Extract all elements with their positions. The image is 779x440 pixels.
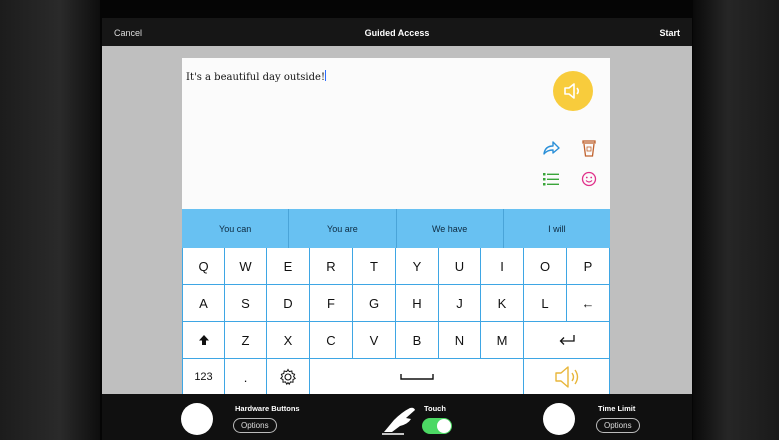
keyboard-row-2: A S D F G H J K L ← [182, 285, 610, 322]
key[interactable]: K [481, 285, 524, 322]
touch-toggle[interactable] [422, 418, 452, 434]
page-title: Guided Access [364, 28, 430, 38]
speaker-icon [554, 366, 578, 388]
key[interactable]: X [267, 322, 310, 359]
toggle-knob [437, 419, 451, 433]
key[interactable]: B [396, 322, 439, 359]
aac-app: It's a beautiful day outside! You can Yo… [182, 58, 610, 396]
time-limit-options-button[interactable]: Options [596, 418, 640, 433]
time-limit-label: Time Limit [598, 404, 636, 413]
keyboard-row-4: 123 . [182, 359, 610, 396]
key[interactable]: L [524, 285, 567, 322]
emoji-button[interactable] [579, 169, 599, 189]
time-limit-toggle[interactable] [543, 403, 575, 435]
key[interactable]: J [439, 285, 481, 322]
text-cursor [324, 70, 326, 82]
guided-access-topbar: Cancel Guided Access Start [102, 18, 692, 46]
delete-button[interactable] [579, 138, 599, 158]
key[interactable]: Z [225, 322, 267, 359]
suggestion-button[interactable]: You are [289, 209, 397, 248]
speak-key[interactable] [524, 359, 610, 396]
key[interactable]: V [353, 322, 396, 359]
numbers-key[interactable]: 123 [182, 359, 225, 396]
gear-icon [280, 368, 296, 386]
touch-label: Touch [424, 404, 446, 413]
key[interactable]: C [310, 322, 353, 359]
share-button[interactable] [541, 138, 561, 158]
backspace-key[interactable]: ← [567, 285, 610, 322]
key[interactable]: O [524, 248, 567, 285]
key[interactable]: F [310, 285, 353, 322]
suggestion-button[interactable]: I will [504, 209, 610, 248]
speak-button[interactable] [553, 71, 593, 111]
right-bezel [693, 0, 779, 440]
device-frame: Cancel Guided Access Start It's a beauti… [0, 0, 779, 440]
start-button[interactable]: Start [659, 28, 680, 38]
suggestion-button[interactable]: You can [182, 209, 290, 248]
speaker-icon [564, 83, 580, 99]
period-key[interactable]: . [225, 359, 267, 396]
key[interactable]: N [439, 322, 481, 359]
key[interactable]: H [396, 285, 439, 322]
key[interactable]: U [439, 248, 481, 285]
key[interactable]: Y [396, 248, 439, 285]
space-bar-icon [399, 374, 434, 380]
key[interactable]: I [481, 248, 524, 285]
key[interactable]: E [267, 248, 310, 285]
trash-icon [582, 140, 596, 157]
space-key[interactable] [310, 359, 524, 396]
touch-hand-icon [382, 407, 415, 435]
guided-access-options-bar: Hardware Buttons Options Touch Time Limi… [102, 394, 692, 440]
left-bezel [0, 0, 100, 440]
settings-key[interactable] [267, 359, 310, 396]
hardware-buttons-label: Hardware Buttons [235, 404, 300, 413]
keyboard-row-1: Q W E R T Y U I O P [182, 248, 610, 285]
key[interactable]: W [225, 248, 267, 285]
key[interactable]: S [225, 285, 267, 322]
shift-arrow-icon [198, 335, 209, 345]
message-text: It's a beautiful day outside! [186, 72, 325, 83]
keyboard-row-3: Z X C V B N M [182, 322, 610, 359]
key[interactable]: T [353, 248, 396, 285]
smiley-icon [581, 171, 597, 187]
hardware-buttons-toggle[interactable] [181, 403, 213, 435]
hardware-options-button[interactable]: Options [233, 418, 277, 433]
guided-access-screen: Cancel Guided Access Start It's a beauti… [102, 18, 692, 440]
keyboard: Q W E R T Y U I O P A S D F G H J K L ← … [182, 248, 610, 396]
phrase-list-button[interactable] [541, 169, 561, 189]
list-icon [543, 173, 559, 186]
key[interactable]: D [267, 285, 310, 322]
key[interactable]: A [182, 285, 225, 322]
shift-key[interactable] [182, 322, 225, 359]
key[interactable]: Q [182, 248, 225, 285]
key[interactable]: M [481, 322, 524, 359]
key[interactable]: G [353, 285, 396, 322]
word-suggestion-bar: You can You are We have I will [182, 209, 610, 248]
key[interactable]: R [310, 248, 353, 285]
share-icon [543, 141, 560, 155]
return-key[interactable] [524, 322, 610, 359]
key[interactable]: P [567, 248, 610, 285]
return-icon [559, 335, 575, 345]
suggestion-button[interactable]: We have [397, 209, 504, 248]
